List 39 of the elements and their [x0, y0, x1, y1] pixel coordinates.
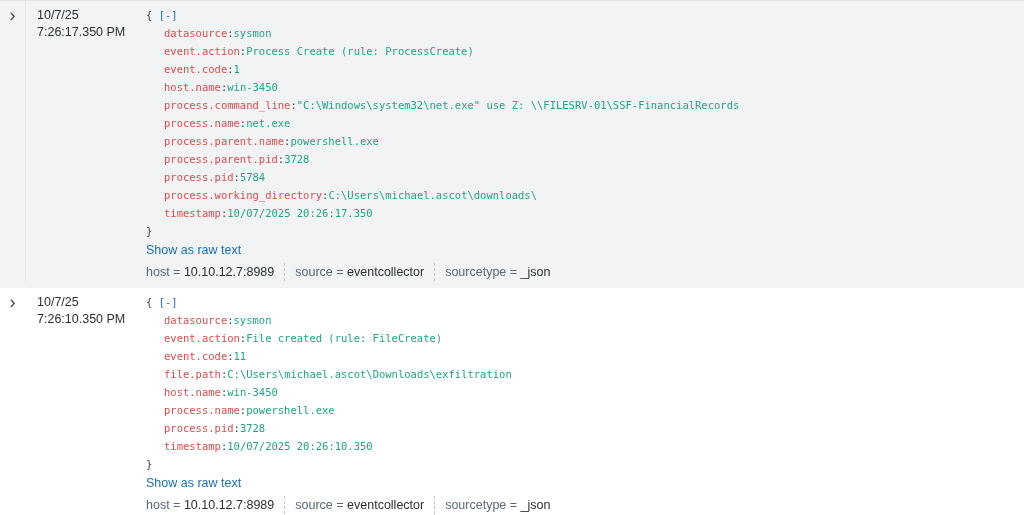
event-date: 10/7/25	[37, 294, 79, 311]
expand-toggle[interactable]: ›	[9, 7, 16, 23]
json-field: file.path:C:\Users\michael.ascot\Downloads\exfiltration	[146, 365, 561, 383]
json-field: event.action:File created (rule: FileCreate)	[146, 329, 561, 347]
json-field: process.pid:3728	[146, 419, 561, 437]
metadata-field[interactable]: sourcetype = _json	[434, 263, 561, 281]
json-field: datasource:sysmon	[146, 24, 740, 42]
metadata-field[interactable]: host = 10.10.12.7:8989	[146, 496, 285, 514]
collapse-link[interactable]: [-]	[158, 296, 178, 308]
json-field: process.command_line:"C:\Windows\system32\net.exe" use Z: \\FILESRV-01\SSF-FinancialRecords	[146, 96, 740, 114]
show-raw-link[interactable]: Show as raw text	[146, 476, 242, 490]
json-field: datasource:sysmon	[146, 311, 561, 329]
json-field: event.action:Process Create (rule: ProcessCreate)	[146, 42, 740, 60]
expand-toggle[interactable]: ›	[9, 294, 16, 310]
event-date: 10/7/25	[37, 7, 79, 24]
open-brace: {	[146, 296, 153, 308]
metadata-field[interactable]: sourcetype = _json	[434, 496, 561, 514]
json-field: timestamp:10/07/2025 20:26:17.350	[146, 204, 740, 222]
metadata-field[interactable]: source = eventcollector	[284, 496, 435, 514]
event-time: 7:26:10.350 PM	[37, 311, 126, 328]
close-brace: }	[146, 458, 153, 470]
json-field: timestamp:10/07/2025 20:26:10.350	[146, 437, 561, 455]
collapse-link[interactable]: [-]	[158, 9, 178, 21]
json-field: process.working_directory:C:\Users\michael.ascot\downloads\	[146, 186, 740, 204]
metadata-field[interactable]: source = eventcollector	[284, 263, 435, 281]
json-field: host.name:win-3450	[146, 78, 740, 96]
json-field: host.name:win-3450	[146, 383, 561, 401]
json-field: process.parent.name:powershell.exe	[146, 132, 740, 150]
json-field: event.code:1	[146, 60, 740, 78]
json-field: event.code:11	[146, 347, 561, 365]
json-field: process.parent.pid:3728	[146, 150, 740, 168]
json-field: process.pid:5784	[146, 168, 740, 186]
close-brace: }	[146, 225, 153, 237]
show-raw-link[interactable]: Show as raw text	[146, 243, 242, 257]
open-brace: {	[146, 9, 153, 21]
metadata-field[interactable]: host = 10.10.12.7:8989	[146, 263, 285, 281]
json-field: process.name:powershell.exe	[146, 401, 561, 419]
json-field: process.name:net.exe	[146, 114, 740, 132]
event-time: 7:26:17.350 PM	[37, 24, 126, 41]
